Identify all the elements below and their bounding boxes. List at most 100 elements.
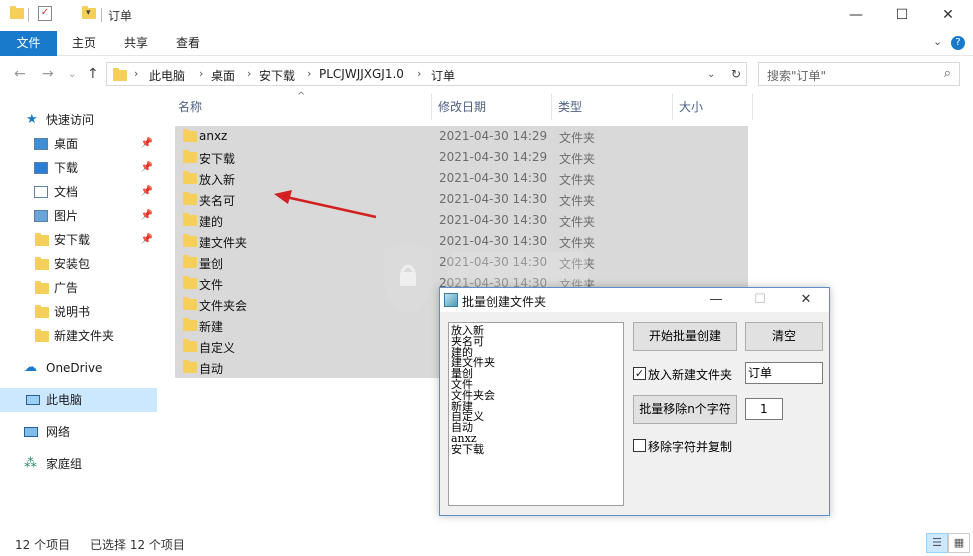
file-name: 放入新 [199, 173, 236, 187]
navigation-pane: ★ 快速访问 桌面 📌 下载 📌 文档 📌 图片 📌 安下载 📌 安装包广告说明书 新建文件夹 ☁ O… [0, 94, 160, 530]
table-row[interactable]: anxz 2021-04-30 14:29 文件夹 [175, 126, 748, 147]
properties-icon[interactable]: ✓ [38, 6, 52, 21]
file-date: 2021-04-30 14:30 [439, 192, 548, 206]
table-row[interactable]: 放入新 2021-04-30 14:30 文件夹 [175, 168, 748, 189]
minimize-button[interactable]: — [833, 0, 879, 31]
sidebar-item[interactable]: 桌面 📌 [0, 132, 157, 156]
folder-icon [183, 255, 197, 268]
file-type: 文件夹 [559, 152, 596, 166]
tab-share[interactable]: 共享 [114, 31, 158, 56]
remove-n-chars-button[interactable]: 批量移除n个字符 [633, 395, 737, 424]
address-dropdown-icon[interactable]: ⌄ [707, 69, 715, 80]
file-name: 自动 [199, 362, 224, 376]
sidebar-item[interactable]: 安装包 [0, 252, 157, 276]
breadcrumb-orders[interactable]: 订单 [431, 67, 455, 84]
sidebar-item[interactable]: 新建文件夹 [0, 324, 157, 348]
cloud-icon: ☁ [24, 360, 37, 375]
star-icon: ★ [26, 112, 38, 127]
dialog-minimize-button[interactable]: — [698, 288, 734, 312]
customize-toolbar-icon[interactable]: ▾ [86, 8, 91, 18]
sidebar-item[interactable]: 图片 📌 [0, 204, 157, 228]
clear-button[interactable]: 清空 [745, 322, 823, 351]
remove-and-copy-checkbox[interactable] [633, 439, 646, 452]
file-type: 文件夹 [559, 215, 596, 229]
close-button[interactable]: ✕ [925, 0, 971, 31]
folder-icon [183, 213, 197, 226]
start-batch-create-button[interactable]: 开始批量创建 [633, 322, 737, 351]
folder-icon [183, 318, 197, 331]
file-type: 文件夹 [559, 131, 596, 145]
desktop-icon [34, 138, 48, 150]
details-view-button[interactable]: ☰ [926, 533, 948, 553]
folder-icon [183, 297, 197, 310]
chevron-down-icon[interactable]: ⌄ [933, 35, 942, 48]
up-arrow-icon[interactable]: ↑ [87, 66, 99, 82]
tab-file[interactable]: 文件 [0, 31, 57, 56]
sidebar-item[interactable]: 说明书 [0, 300, 157, 324]
sidebar-item[interactable]: 下载 📌 [0, 156, 157, 180]
sort-ascending-icon: ^ [297, 91, 306, 102]
n-chars-field[interactable]: 1 [745, 398, 783, 420]
nav-onedrive[interactable]: ☁ OneDrive [0, 356, 157, 380]
folder-icon [10, 6, 24, 19]
column-type[interactable]: 类型 [558, 94, 582, 120]
file-name: 建的 [199, 215, 224, 229]
refresh-button[interactable]: ↻ [726, 62, 747, 86]
table-row[interactable]: 夹名可 2021-04-30 14:30 文件夹 [175, 189, 748, 210]
sidebar-item[interactable]: 广告 [0, 276, 157, 300]
dialog-title-bar[interactable]: 批量创建文件夹 — ☐ ✕ [440, 288, 829, 312]
file-name: anxz [199, 129, 228, 143]
document-icon [34, 186, 48, 198]
table-row[interactable]: 安下载 2021-04-30 14:29 文件夹 [175, 147, 748, 168]
breadcrumb-desktop[interactable]: 桌面 [211, 67, 235, 84]
help-icon[interactable]: ? [951, 36, 965, 50]
table-row[interactable]: 建的 2021-04-30 14:30 文件夹 [175, 210, 748, 231]
back-arrow-icon[interactable]: ← [14, 66, 26, 82]
column-name[interactable]: 名称 [178, 94, 202, 120]
sidebar-item-label: 广告 [54, 281, 79, 295]
nav-homegroup[interactable]: ⁂ 家庭组 [0, 452, 157, 476]
breadcrumb-plc[interactable]: PLCJWJJXGJ1.0 [319, 67, 404, 81]
put-in-new-folder-label: 放入新建文件夹 [648, 368, 733, 382]
recent-locations-icon[interactable]: ⌄ [68, 69, 76, 80]
search-box[interactable]: 搜索"订单" ⌕ [758, 62, 960, 86]
file-name: 文件 [199, 278, 224, 292]
file-date: 2021-04-30 14:29 [439, 129, 548, 143]
tab-home[interactable]: 主页 [62, 31, 106, 56]
nav-this-pc[interactable]: 此电脑 [0, 388, 157, 412]
textarea-scrollbar[interactable] [610, 323, 623, 505]
vertical-scrollbar[interactable] [959, 94, 973, 530]
folder-name-field[interactable]: 订单 [745, 362, 823, 384]
tab-view[interactable]: 查看 [166, 31, 210, 56]
search-input[interactable]: 搜索"订单" [767, 67, 826, 84]
large-icons-view-button[interactable]: ▦ [948, 533, 970, 553]
app-icon [444, 293, 458, 307]
search-icon[interactable]: ⌕ [944, 66, 951, 81]
maximize-button[interactable]: ☐ [879, 0, 925, 31]
put-in-new-folder-checkbox[interactable]: ✓ [633, 367, 646, 380]
breadcrumb-anxz[interactable]: 安下载 [259, 67, 295, 84]
dialog-close-button[interactable]: ✕ [788, 288, 824, 312]
sidebar-item-label: 安下载 [54, 233, 91, 247]
nav-quick-access[interactable]: ★ 快速访问 [0, 108, 157, 132]
sidebar-item[interactable]: 文档 📌 [0, 180, 157, 204]
ribbon-tabs: 文件 主页 共享 查看 ⌄ ? [0, 31, 973, 56]
folder-icon [183, 192, 197, 205]
sidebar-item-label: 文档 [54, 185, 79, 199]
column-date[interactable]: 修改日期 [438, 94, 486, 120]
dialog-maximize-button[interactable]: ☐ [742, 288, 778, 312]
folder-icon [183, 150, 197, 163]
file-name: 夹名可 [199, 194, 236, 208]
status-bar: 12 个项目 已选择 12 个项目 ☰ ▦ [0, 530, 973, 556]
nav-network[interactable]: 网络 [0, 420, 157, 444]
file-type: 文件夹 [559, 194, 596, 208]
column-size[interactable]: 大小 [679, 94, 703, 120]
address-bar[interactable]: › 此电脑 › 桌面 › 安下载 › PLCJWJJXGJ1.0 › 订单 ⌄ [106, 62, 747, 86]
download-icon [34, 162, 48, 174]
breadcrumb-this-pc[interactable]: 此电脑 [149, 67, 185, 84]
folder-names-textarea[interactable]: 放入新 夹名可 建的 建文件夹 量创 文件 文件夹会 新建 自定义 自动 anxz 安下载 [448, 322, 624, 506]
folder-icon [35, 281, 49, 294]
folder-icon [183, 360, 197, 373]
sidebar-item[interactable]: 安下载 📌 [0, 228, 157, 252]
forward-arrow-icon[interactable]: → [42, 66, 54, 82]
